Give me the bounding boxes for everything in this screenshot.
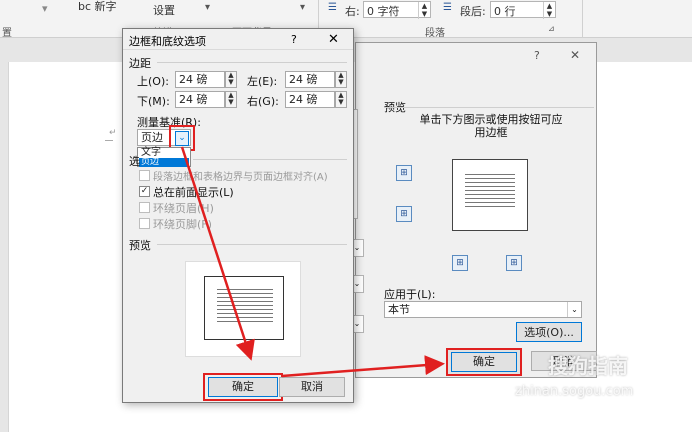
arrow-dropdown-to-ok — [180, 146, 255, 361]
watermark-url: zhinan.sogou.com — [515, 384, 634, 399]
arrow-ok-to-ok — [281, 355, 445, 378]
watermark-brand: 搜狗指南 — [548, 354, 628, 378]
